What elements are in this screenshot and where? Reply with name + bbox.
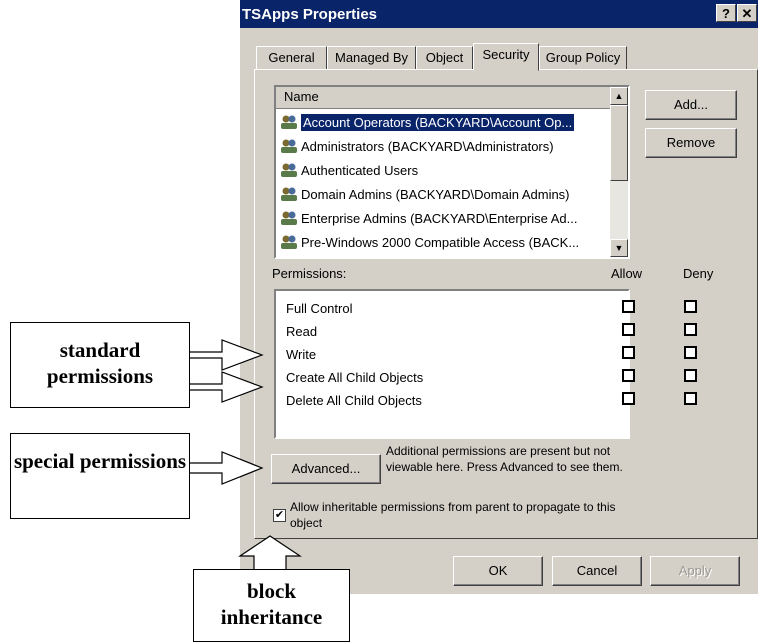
standard-arrow-bottom bbox=[187, 371, 264, 403]
callout-standard-permissions: standard permissions bbox=[10, 322, 190, 408]
tab-security[interactable]: Security bbox=[473, 43, 539, 71]
special-arrow bbox=[187, 451, 264, 485]
callout-special-permissions: special permissions bbox=[10, 433, 190, 519]
callout-arrows bbox=[187, 339, 302, 573]
callout-block-inheritance: block inheritance bbox=[193, 569, 350, 642]
standard-arrow-top bbox=[187, 339, 264, 371]
block-arrow bbox=[238, 535, 302, 573]
